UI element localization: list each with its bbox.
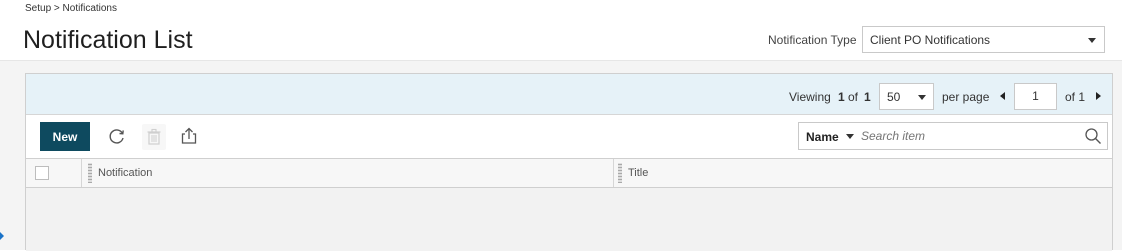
search-input[interactable] — [857, 126, 1083, 146]
page-title: Notification List — [23, 26, 193, 54]
column-resize-grip[interactable] — [618, 163, 622, 183]
previous-page-icon[interactable] — [1000, 92, 1005, 100]
chevron-down-icon — [918, 95, 926, 100]
search-field-label: Name — [806, 130, 839, 144]
breadcrumb[interactable]: Setup > Notifications — [25, 3, 117, 14]
grid-header: Notification Title — [26, 159, 1112, 188]
column-resize-grip[interactable] — [88, 163, 92, 183]
new-button[interactable]: New — [40, 122, 90, 151]
per-page-select[interactable]: 50 — [879, 83, 934, 110]
search-field-select[interactable]: Name — [799, 123, 857, 149]
chevron-down-icon — [1088, 38, 1096, 43]
pager-bar: Viewing 1 of 1 50 per page 1 of 1 — [26, 74, 1112, 115]
column-divider — [81, 159, 82, 187]
search-box: Name — [798, 122, 1108, 150]
pager-viewing-total: 1 — [864, 90, 871, 104]
column-divider — [613, 159, 614, 187]
side-panel-expand-icon[interactable] — [0, 227, 4, 240]
export-icon[interactable] — [179, 126, 199, 146]
search-icon[interactable] — [1084, 127, 1102, 145]
pager-viewing-label: Viewing — [789, 90, 831, 104]
column-header-title[interactable]: Title — [628, 167, 648, 179]
notification-grid-panel: Viewing 1 of 1 50 per page 1 of 1 New Na… — [25, 73, 1113, 251]
chevron-down-icon — [846, 134, 854, 139]
per-page-value: 50 — [887, 89, 901, 104]
grid-toolbar: New Name Search item — [26, 115, 1112, 159]
page-number-input[interactable]: 1 — [1014, 83, 1057, 110]
notification-type-select[interactable]: Client PO Notifications — [862, 26, 1105, 53]
notification-type-value: Client PO Notifications — [870, 32, 991, 47]
column-header-notification[interactable]: Notification — [98, 167, 152, 179]
next-page-icon[interactable] — [1096, 92, 1101, 100]
pager-of-pages: of 1 — [1065, 90, 1086, 104]
pager-viewing-from: 1 — [838, 90, 845, 104]
refresh-icon[interactable] — [107, 126, 127, 146]
notification-type-label: Notification Type — [768, 33, 857, 47]
select-all-checkbox[interactable] — [35, 166, 49, 180]
per-page-label: per page — [942, 90, 990, 104]
pager-of-label: of — [848, 90, 859, 104]
grid-body — [26, 188, 1112, 251]
trash-icon[interactable] — [142, 124, 166, 150]
